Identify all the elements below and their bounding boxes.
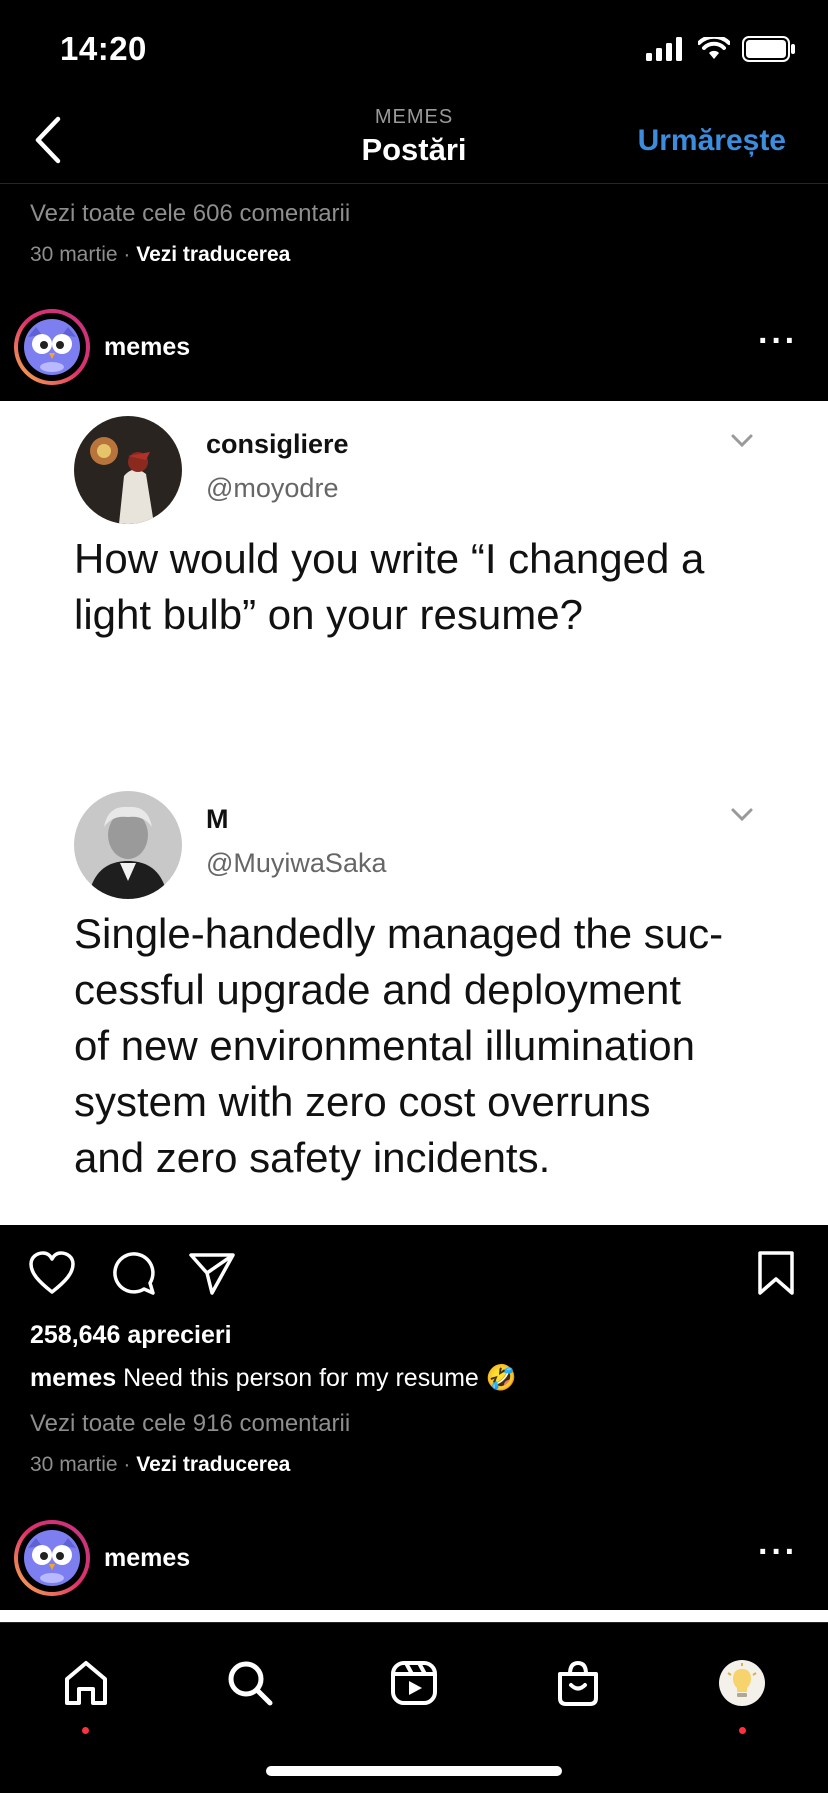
home-indicator (266, 1766, 562, 1776)
tab-profile[interactable] (712, 1653, 772, 1713)
likes-count[interactable]: 258,646 aprecieri (30, 1321, 232, 1350)
tweet-text: How would you write “I changed a light b… (74, 531, 704, 643)
status-time: 14:20 (60, 30, 147, 67)
tab-home[interactable] (56, 1653, 116, 1713)
avatar-photo (74, 416, 182, 524)
post-meta: 30 martie · Vezi traducerea (30, 1453, 290, 1477)
meta-separator: · (123, 243, 137, 266)
post-date: 30 martie (30, 243, 118, 266)
see-translation-link[interactable]: Vezi traducerea (136, 1453, 290, 1476)
tweet-text: Single-handedly managed the suc- cessful… (74, 906, 723, 1186)
tab-shop[interactable] (548, 1653, 608, 1713)
owl-logo-icon (24, 1530, 80, 1586)
search-icon (228, 1661, 273, 1706)
post-caption: memes Need this person for my resume 🤣 (30, 1364, 517, 1393)
notification-dot (739, 1727, 746, 1734)
chevron-down-icon (731, 434, 753, 448)
like-heart-icon[interactable] (28, 1250, 76, 1296)
caption-text: Need this person for my resume 🤣 (123, 1364, 517, 1392)
tweet-text-line: and zero safety incidents. (74, 1134, 551, 1181)
tweet-author-avatar (74, 416, 182, 524)
nav-divider (0, 183, 828, 184)
avatar-inner (18, 1524, 86, 1592)
tab-reels[interactable] (384, 1653, 444, 1713)
meta-separator: · (123, 1453, 137, 1476)
tweet-author-avatar (74, 791, 182, 899)
tweet-text-line: light bulb” on your resume? (74, 591, 583, 638)
tweet-author-handle: @MuyiwaSaka (206, 848, 387, 878)
status-icons (646, 36, 796, 62)
bookmark-icon[interactable] (756, 1250, 796, 1296)
notification-dot (82, 1727, 89, 1734)
owl-logo-icon (24, 319, 80, 375)
post-meta: 30 martie · Vezi traducerea (30, 243, 290, 267)
tweet-text-line: of new environmental illumination (74, 1022, 695, 1069)
comment-icon[interactable] (110, 1250, 156, 1296)
avatar-photo (74, 791, 182, 899)
post-image[interactable]: consigliere @moyodre How would you write… (0, 401, 828, 1225)
battery-icon (742, 36, 795, 62)
tweet-text-line: Single-handedly managed the suc- (74, 910, 724, 957)
tweet-text-line: system with zero cost overruns (74, 1078, 651, 1125)
tab-search[interactable] (220, 1653, 280, 1713)
post-author-username[interactable]: memes (104, 1544, 190, 1573)
wifi-icon (698, 37, 730, 59)
share-send-icon[interactable] (188, 1250, 236, 1296)
post-author-username[interactable]: memes (104, 333, 190, 362)
tweet-author-handle: @moyodre (206, 473, 339, 503)
tweet-text-line: How would you write “I changed a (74, 535, 705, 582)
view-comments-link[interactable]: Vezi toate cele 916 comentarii (30, 1410, 350, 1438)
post-date: 30 martie (30, 1453, 118, 1476)
home-icon (65, 1661, 107, 1705)
tweet-author-name: M (206, 804, 229, 834)
reels-icon (391, 1661, 437, 1705)
more-options-icon[interactable]: ··· (758, 322, 798, 361)
tweet-author-name: consigliere (206, 429, 349, 459)
chevron-down-icon (731, 808, 753, 822)
caption-username[interactable]: memes (30, 1364, 116, 1392)
more-options-icon[interactable]: ··· (758, 1533, 798, 1572)
profile-avatar (719, 1660, 765, 1706)
avatar-inner (18, 313, 86, 381)
post-author-avatar[interactable] (14, 1520, 90, 1596)
post-author-avatar[interactable] (14, 309, 90, 385)
see-translation-link[interactable]: Vezi traducerea (136, 243, 290, 266)
signal-icon (646, 37, 682, 61)
next-post-image-edge (0, 1610, 828, 1622)
follow-button[interactable]: Urmărește (638, 124, 786, 158)
tweet-text-line: cessful upgrade and deployment (74, 966, 682, 1013)
shop-icon (558, 1660, 598, 1706)
view-comments-link[interactable]: Vezi toate cele 606 comentarii (30, 200, 350, 228)
